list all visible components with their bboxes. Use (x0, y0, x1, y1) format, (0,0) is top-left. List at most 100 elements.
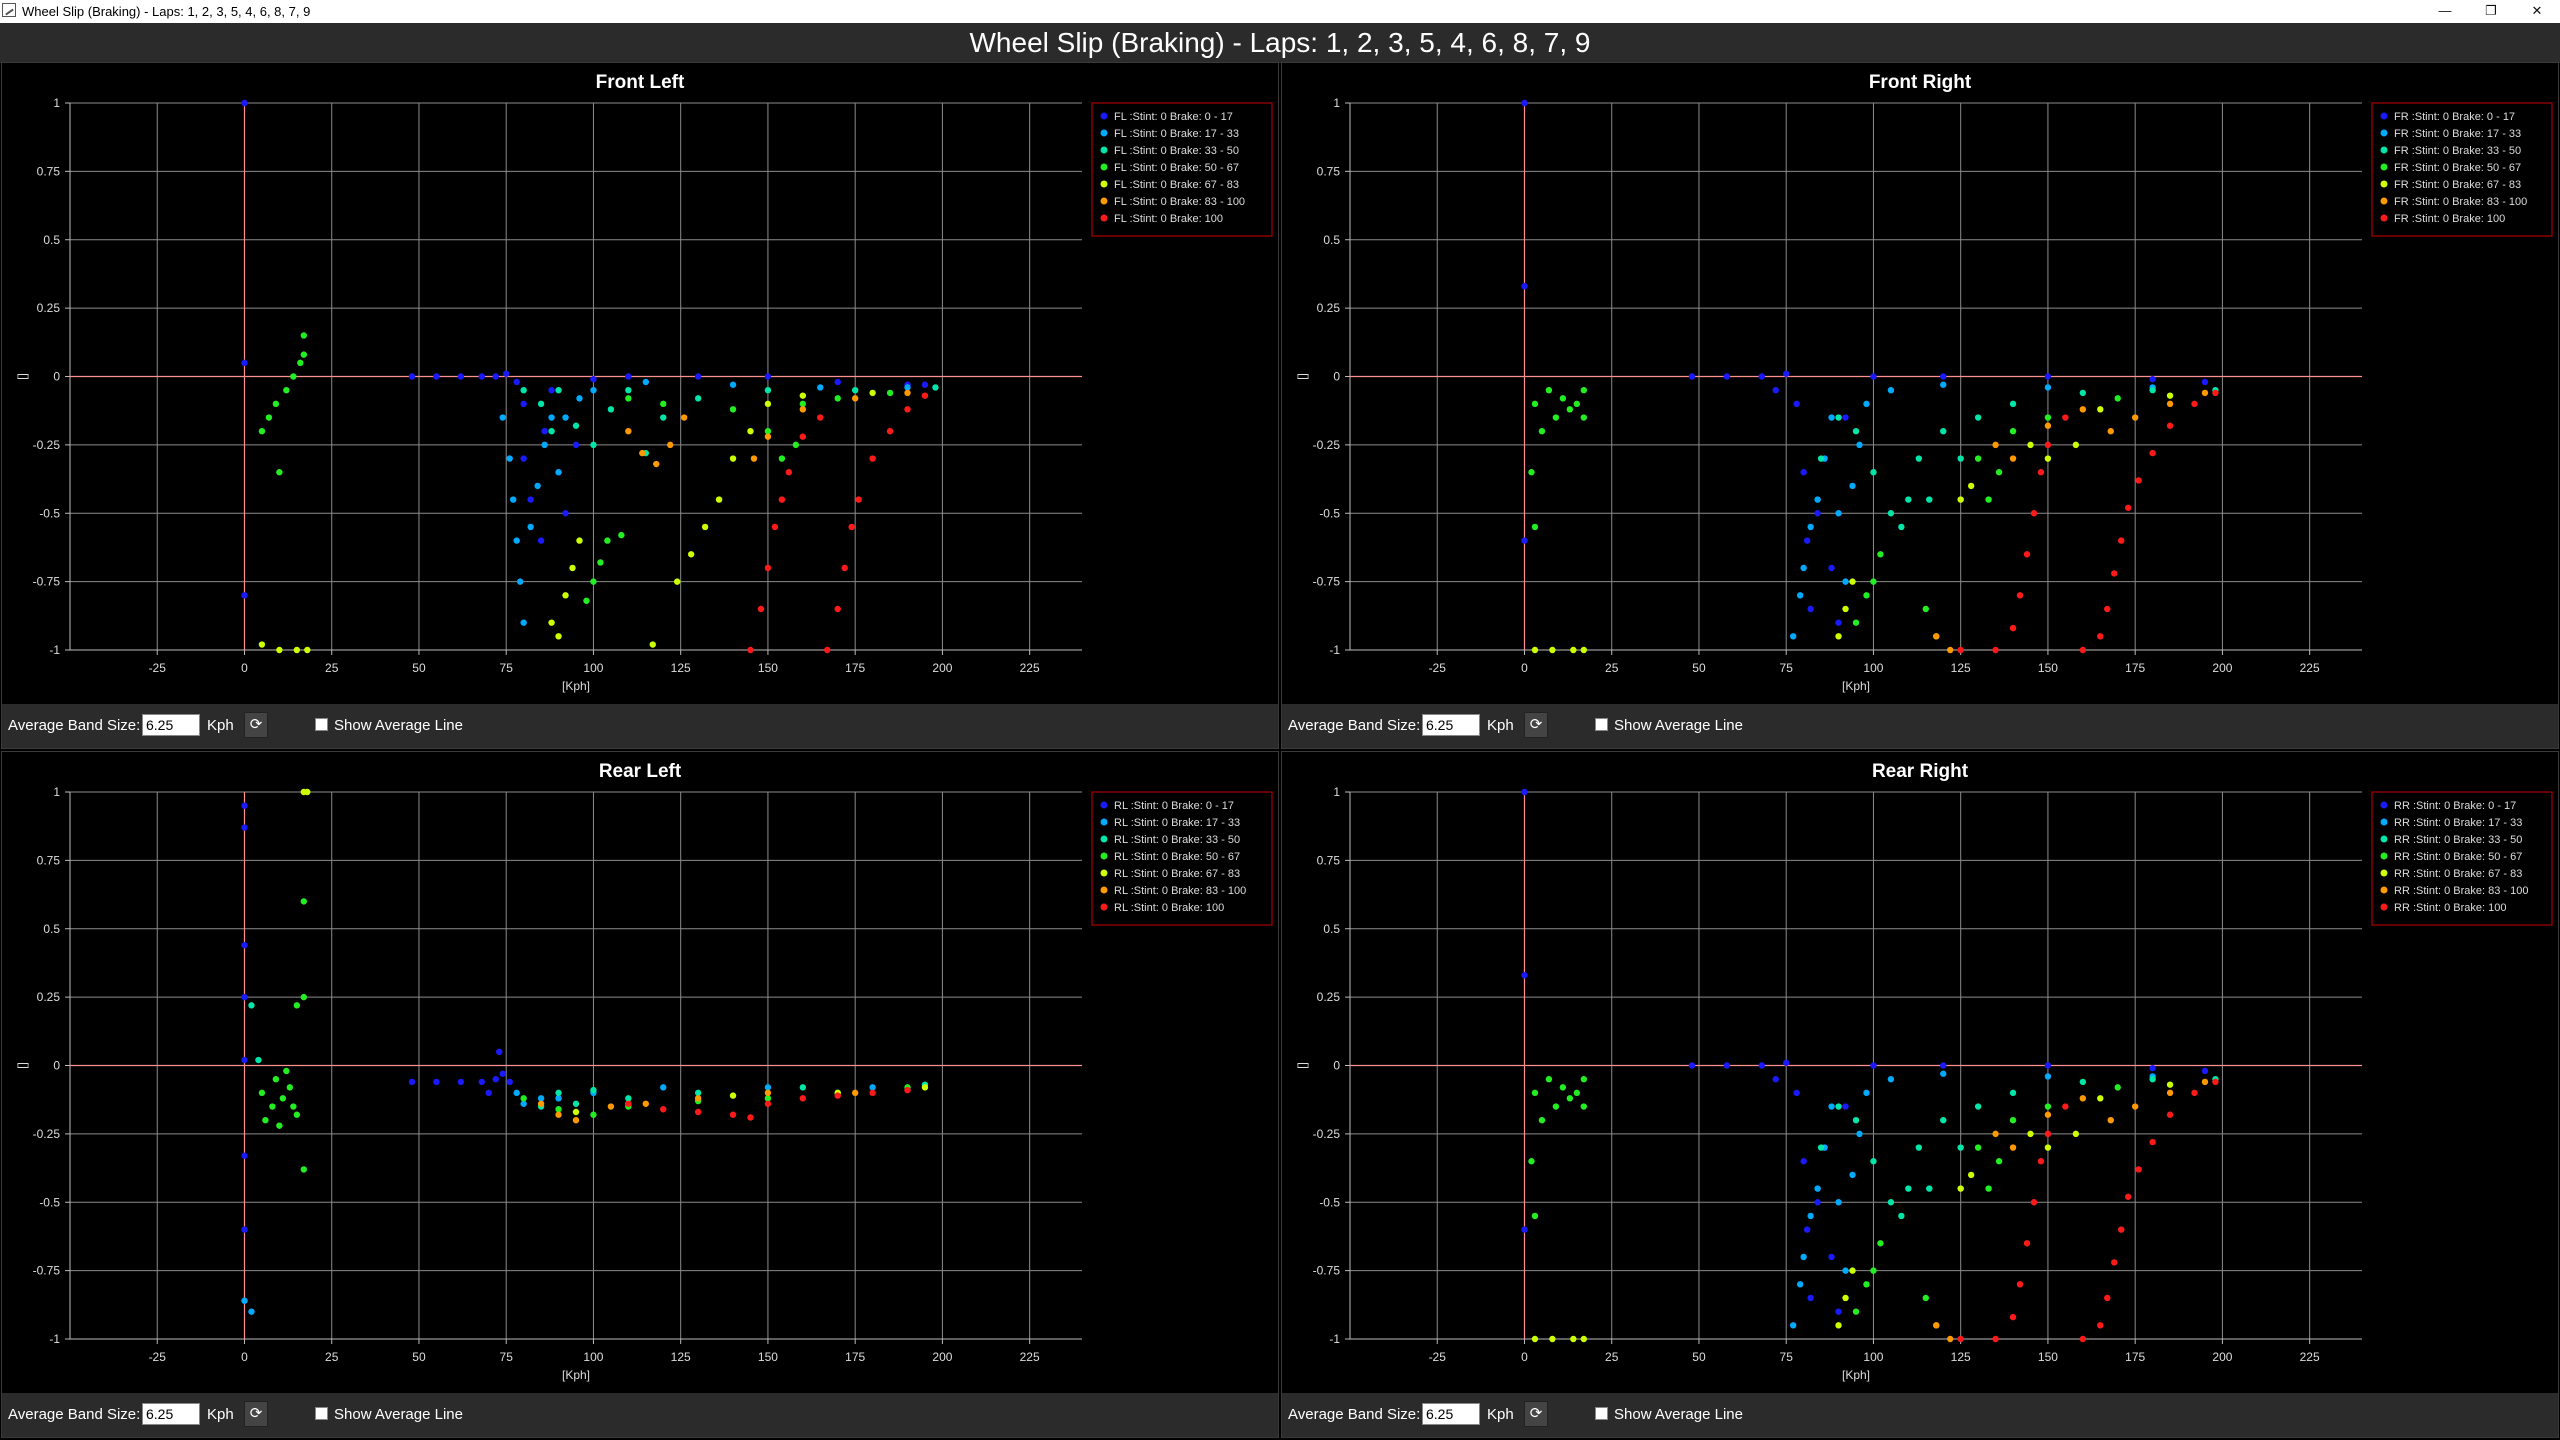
data-point (1789, 1322, 1797, 1329)
data-point (1842, 578, 1849, 585)
data-point (457, 373, 465, 380)
scatter-plot-rear-left[interactable]: -25 0 25 50 75 100 125 150 175 200 225 1 0.75 0.5 0.25… (2, 752, 1278, 1395)
series-3 (258, 332, 894, 604)
data-point (513, 1089, 520, 1097)
data-point (2166, 1081, 2174, 1088)
legend-label: FR :Stint: 0 Brake: 50 - 67 (2394, 162, 2521, 174)
data-point (1580, 1075, 1588, 1083)
legend-label: RR :Stint: 0 Brake: 50 - 67 (2394, 851, 2522, 863)
y-tick-label: -1 (49, 643, 60, 657)
data-point (1528, 1158, 1535, 1165)
band-size-input[interactable] (142, 714, 200, 736)
data-point (694, 373, 702, 380)
legend-marker (2380, 835, 2388, 843)
refresh-icon[interactable]: ⟳ (1524, 712, 1548, 738)
refresh-icon[interactable]: ⟳ (1524, 1401, 1548, 1427)
show-average-label[interactable]: Show Average Line (1614, 1406, 1743, 1423)
data-point (520, 1095, 527, 1102)
legend-marker (1100, 869, 1108, 877)
band-size-label: Average Band Size: (8, 1406, 141, 1423)
show-average-label[interactable]: Show Average Line (334, 717, 463, 734)
x-tick-label: 75 (500, 661, 514, 675)
legend-marker (1100, 214, 1108, 222)
data-point (509, 496, 517, 503)
data-point (1814, 1199, 1821, 1206)
data-point (241, 824, 248, 831)
x-tick-label: 150 (758, 661, 778, 675)
data-point (520, 455, 527, 462)
refresh-icon[interactable]: ⟳ (244, 712, 268, 738)
data-point (293, 1111, 301, 1118)
data-point (625, 1100, 632, 1107)
data-point (2166, 1089, 2174, 1097)
data-point (1974, 455, 1982, 462)
data-point (241, 993, 248, 1001)
data-point (799, 1095, 807, 1102)
data-point (258, 641, 266, 648)
data-point (572, 441, 580, 449)
data-point (1580, 386, 1588, 394)
legend-label: RR :Stint: 0 Brake: 0 - 17 (2394, 800, 2516, 812)
data-point (516, 578, 524, 585)
show-average-label[interactable]: Show Average Line (1614, 717, 1743, 734)
data-point (694, 1095, 702, 1102)
data-point (1531, 646, 1539, 654)
band-size-input[interactable] (1422, 1403, 1480, 1425)
restore-button[interactable]: ❐ (2468, 0, 2514, 23)
data-point (1783, 370, 1790, 377)
data-point (576, 537, 583, 544)
data-point (1849, 1267, 1856, 1274)
data-point (886, 389, 894, 397)
legend-label: RL :Stint: 0 Brake: 50 - 67 (1114, 851, 1240, 863)
controls-bar: Average Band Size: Kph ⟳ Show Average Li… (2, 1393, 1278, 1437)
show-average-checkbox[interactable] (315, 1407, 328, 1420)
refresh-icon[interactable]: ⟳ (244, 1401, 268, 1427)
data-point (642, 378, 649, 386)
y-tick-label: -0.25 (33, 438, 61, 452)
data-point (2044, 422, 2052, 429)
data-point (1800, 469, 1807, 476)
band-size-input[interactable] (1422, 714, 1480, 736)
data-point (1828, 1253, 1835, 1261)
y-tick-label: 0.75 (37, 853, 61, 867)
data-point (1974, 414, 1982, 421)
x-tick-label: 225 (2300, 661, 2320, 675)
show-average-checkbox[interactable] (1595, 718, 1608, 731)
data-point (1985, 1185, 1992, 1192)
x-tick-label: 125 (1951, 661, 1971, 675)
data-point (687, 551, 695, 558)
data-point (1580, 1335, 1588, 1343)
show-average-checkbox[interactable] (315, 718, 328, 731)
data-point (2191, 400, 2198, 408)
data-point (1926, 496, 1933, 503)
band-size-input[interactable] (142, 1403, 200, 1425)
show-average-label[interactable]: Show Average Line (334, 1406, 463, 1423)
app-chart-icon (2, 3, 16, 17)
scatter-plot-rear-right[interactable]: -25 0 25 50 75 100 125 150 175 200 225 1 0.75 0.5 0.25… (1282, 752, 2558, 1395)
show-average-checkbox[interactable] (1595, 1407, 1608, 1420)
data-point (1992, 441, 1999, 449)
data-point (886, 428, 894, 435)
scatter-plot-front-right[interactable]: -25 0 25 50 75 100 125 150 175 200 225 1 0.75 0.5 0.25… (1282, 63, 2558, 706)
data-point (851, 1089, 859, 1097)
series-1 (241, 1084, 876, 1315)
data-point (555, 633, 562, 640)
series-0 (1521, 788, 2209, 1315)
legend-marker (1100, 886, 1108, 894)
data-point (1758, 1062, 1765, 1069)
data-point (667, 441, 674, 449)
data-point (824, 646, 831, 654)
data-point (555, 469, 562, 476)
legend-marker (2380, 903, 2388, 911)
close-button[interactable]: ✕ (2514, 0, 2560, 23)
data-point (478, 1078, 485, 1086)
data-point (548, 414, 555, 421)
data-point (555, 386, 562, 394)
minimize-button[interactable]: — (2422, 0, 2468, 23)
data-point (2079, 1078, 2087, 1086)
scatter-plot-front-left[interactable]: -25 0 25 50 75 100 125 150 175 200 225 1 0.75 0.5 0.25… (2, 63, 1278, 706)
data-point (1559, 395, 1567, 402)
legend-marker (1100, 163, 1108, 171)
data-point (1552, 414, 1560, 421)
data-point (1957, 1335, 1964, 1343)
